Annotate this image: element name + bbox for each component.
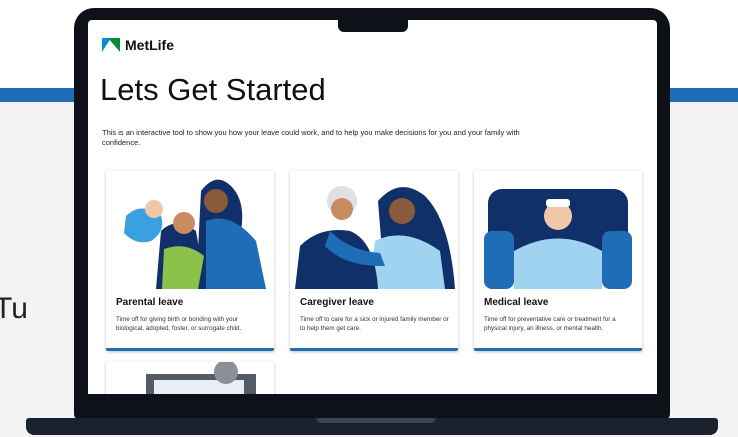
card-description: Time off to care for a sick or injured f… xyxy=(300,316,449,332)
card-partial[interactable] xyxy=(106,362,274,394)
card-description: Time off for preventative care or treatm… xyxy=(484,316,616,332)
intro-text: This is an interactive tool to show you … xyxy=(102,128,520,147)
card-medical-leave[interactable]: Medical leave Time off for preventative … xyxy=(474,171,642,351)
caregiver-illustration xyxy=(290,171,458,289)
base-notch xyxy=(316,418,436,423)
laptop-base xyxy=(26,418,718,435)
page-title: Lets Get Started xyxy=(100,72,326,107)
metlife-logo-icon xyxy=(102,38,120,52)
card-caregiver-leave[interactable]: Caregiver leave Time off to care for a s… xyxy=(290,171,458,351)
card-title: Caregiver leave xyxy=(300,297,374,308)
side-partial-text: Tu xyxy=(0,292,28,325)
card-parental-leave[interactable]: Parental leave Time off for giving birth… xyxy=(106,171,274,351)
partial-illustration xyxy=(146,362,256,394)
camera-notch xyxy=(338,16,408,32)
parental-illustration xyxy=(106,171,274,289)
laptop-screen: MetLife Lets Get Started This is an inte… xyxy=(88,20,657,394)
medical-illustration xyxy=(474,171,642,289)
card-title: Medical leave xyxy=(484,297,549,308)
card-title: Parental leave xyxy=(116,297,184,308)
card-description: Time off for giving birth or bonding wit… xyxy=(116,316,242,332)
metlife-logo[interactable]: MetLife xyxy=(102,37,174,53)
logo-text: MetLife xyxy=(125,37,174,53)
